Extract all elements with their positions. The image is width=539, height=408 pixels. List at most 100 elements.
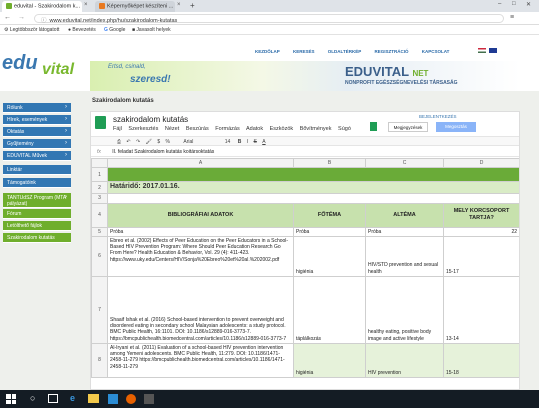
cell-main-topic[interactable]: táplálkozás [293,275,366,344]
menu-data[interactable]: Adatok [246,126,263,132]
cell[interactable] [107,193,519,204]
sidebar-item[interactable]: Linktár [3,165,71,175]
nav-register[interactable]: REGISZTRÁCIÓ [374,49,408,54]
row-number[interactable]: 1 [91,167,108,183]
menu-insert[interactable]: Beszúrás [186,126,209,132]
sheets-app-icon[interactable] [370,122,377,131]
row-number[interactable]: 2 [91,181,108,195]
browser-tab-eduvital[interactable]: eduvital - Szakirodalom k... [2,1,82,12]
bookmark-suggested[interactable]: ■ Javasolt helyek [132,27,171,33]
print-icon[interactable]: ⎙ [117,139,121,145]
cell-subtopic[interactable]: healthy eating, positive body image and … [365,275,444,344]
italic-icon[interactable]: I [247,139,248,145]
cell-age-group[interactable]: 13-14 [443,275,519,344]
cell-main-topic[interactable]: Próba [293,226,366,237]
menu-view[interactable]: Nézet [165,126,179,132]
nav-sitemap[interactable]: OLDALTÉRKÉP [328,49,361,54]
nav-home[interactable]: KEZDŐLAP [255,49,280,54]
cell[interactable] [107,167,519,183]
menu-file[interactable]: Fájl [113,126,122,132]
font-size-selector[interactable]: 14 [225,139,231,145]
file-explorer-icon[interactable] [88,394,99,403]
cell-main-topic[interactable]: higiénia [293,235,366,277]
menu-format[interactable]: Formázás [215,126,239,132]
bold-icon[interactable]: B [238,139,242,145]
windows-start-icon[interactable] [6,394,16,404]
sidebar-item[interactable]: Oktatás › [3,127,71,137]
sidebar-item[interactable]: Támogatóink [3,178,71,188]
sidebar-item[interactable]: Gyűjtemény › [3,139,71,149]
sidebar-item[interactable]: Letölthető fájlok [3,221,71,231]
minimize-icon[interactable]: – [498,1,501,7]
new-tab-icon[interactable]: + [190,1,195,10]
column-header-b[interactable]: B [293,158,366,169]
row-number[interactable]: 3 [91,193,108,204]
column-header-a[interactable]: A [107,158,294,169]
text-color-icon[interactable]: A [262,139,265,145]
logo-edu[interactable]: edu [2,52,38,75]
nav-contact[interactable]: KAPCSOLAT [422,49,450,54]
sidebar-item[interactable]: TANTUdSZ Program (MTA pályázat) › [3,193,71,208]
sheet-title[interactable]: szakirodalom kutatás [113,115,188,124]
row-number[interactable]: 6 [91,235,108,277]
back-icon[interactable]: ← [4,14,11,21]
close-tab-icon[interactable]: × [84,2,88,8]
menu-icon[interactable]: ≡ [510,14,514,21]
paint-format-icon[interactable]: 🖌 [146,139,152,145]
task-view-icon[interactable] [48,394,58,403]
sheets-logo-icon[interactable] [95,116,106,129]
sidebar-item[interactable]: Hírek, események › [3,115,71,125]
cell-bibliography[interactable]: Shaaif Ishak et al. (2016) School-based … [107,275,294,344]
bookmark-intro[interactable]: ● Bevezetés [68,27,96,33]
percent-icon[interactable]: % [166,139,170,145]
cell-bibliography[interactable]: Próba [107,226,294,237]
bookmark-google[interactable]: G Google [104,27,125,33]
row-number[interactable]: 8 [91,342,108,378]
browser-tab-screenshot[interactable]: Képernyőképet készíteni ... [95,1,175,12]
column-header-d[interactable]: D [443,158,519,169]
cell-age-group[interactable]: 15-17 [443,235,519,277]
cell-bibliography[interactable]: Ebreo et al. (2002) Effects of Peer Educ… [107,235,294,277]
menu-edit[interactable]: Szerkesztés [128,126,158,132]
header-main-topic[interactable]: FŐTÉMA [293,202,366,228]
firefox-icon[interactable] [126,394,136,404]
menu-tools[interactable]: Eszközök [270,126,294,132]
comments-button[interactable]: Megjegyzések [388,122,428,132]
cell-subtopic[interactable]: HIV/STD prevention and sexual health [365,235,444,277]
header-bibliographic[interactable]: BIBLIOGRÁFIAI ADATOK [107,202,294,228]
cell-age-group[interactable]: 15-18 [443,342,519,378]
store-icon[interactable] [108,394,118,404]
sidebar-item[interactable]: EDUVITAL Művek › [3,151,71,161]
bookmark-most-visited[interactable]: ⚙ Legtöbbször látogatott [4,27,59,33]
menu-addons[interactable]: Bővítmények [300,126,332,132]
corner-cell[interactable] [91,158,108,169]
redo-icon[interactable]: ↷ [136,139,140,145]
font-selector[interactable]: Arial [183,139,193,145]
sidebar-item[interactable]: Szakirodalom kutatás [3,233,71,243]
strikethrough-icon[interactable]: S [254,139,257,145]
uk-flag-icon[interactable] [489,48,497,53]
maximize-icon[interactable]: □ [512,1,516,7]
close-window-icon[interactable]: ✕ [526,1,531,8]
sidebar-item[interactable]: Rólunk › [3,103,71,113]
cell-subtopic[interactable]: Próba [365,226,444,237]
search-icon[interactable]: ○ [30,393,35,403]
signin-link[interactable]: BEJELENTKEZÉS [419,114,457,119]
menu-help[interactable]: Súgó [338,126,351,132]
cell-main-topic[interactable]: higiénia [293,342,366,378]
forward-icon[interactable]: → [18,14,25,21]
header-subtopic[interactable]: ALTÉMA [365,202,444,228]
nav-search[interactable]: KERESÉS [293,49,315,54]
undo-icon[interactable]: ↶ [126,139,130,145]
sidebar-item[interactable]: Fórum [3,209,71,219]
currency-icon[interactable]: $ [157,139,160,145]
row-number[interactable]: 4 [91,202,108,228]
deadline-cell[interactable]: Határidő: 2017.01.16. [107,181,519,195]
close-tab-icon[interactable]: × [177,2,181,8]
url-input[interactable]: ⓘ www.eduvital.net/index.php/hu/szakiroda… [34,14,504,24]
app-icon[interactable] [144,394,154,404]
row-number[interactable]: 5 [91,226,108,237]
formula-bar[interactable]: fx II. feladat Szakirodalom kutatás koit… [91,147,519,157]
hungarian-flag-icon[interactable] [478,48,486,53]
cell-age-group[interactable]: 22 [443,226,519,237]
